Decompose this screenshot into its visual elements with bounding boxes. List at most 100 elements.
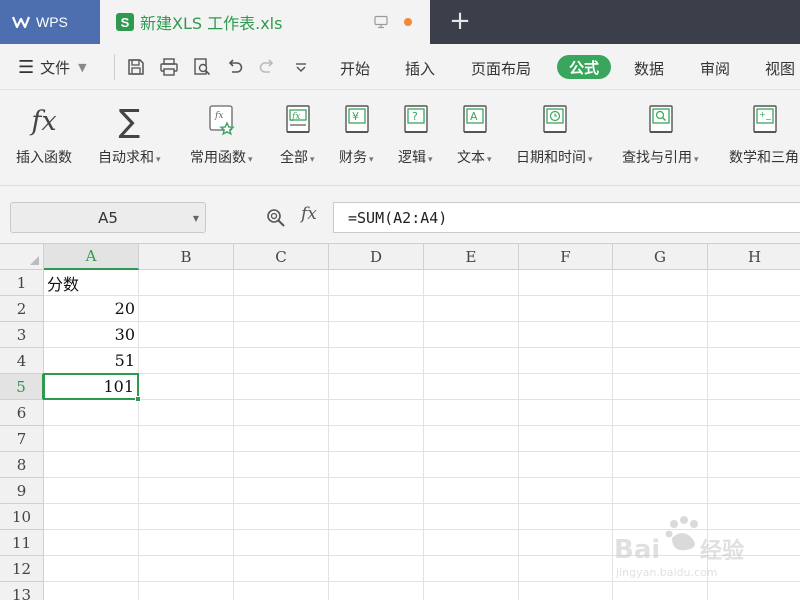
save-icon[interactable]	[126, 57, 146, 77]
cell-d11[interactable]	[329, 530, 424, 556]
row-header-7[interactable]: 7	[0, 426, 44, 452]
cell-h4[interactable]	[708, 348, 800, 374]
file-menu-button[interactable]: ☰ 文件 ▼	[18, 54, 87, 80]
row-header-4[interactable]: 4	[0, 348, 44, 374]
cell-f13[interactable]	[519, 582, 613, 600]
cell-e5[interactable]	[424, 374, 519, 400]
cell-d5[interactable]	[329, 374, 424, 400]
cell-a3[interactable]: 30	[44, 322, 139, 348]
cell-b7[interactable]	[139, 426, 234, 452]
document-tab[interactable]: S 新建XLS 工作表.xls	[100, 0, 430, 44]
cell-g6[interactable]	[613, 400, 708, 426]
cell-e4[interactable]	[424, 348, 519, 374]
cell-g2[interactable]	[613, 296, 708, 322]
column-header-a[interactable]: A	[44, 244, 139, 270]
lookup-reference-button[interactable]: 查找与引用 ▾	[622, 104, 699, 167]
wps-home-tab[interactable]: WPS	[0, 0, 100, 44]
cell-g8[interactable]	[613, 452, 708, 478]
cell-d2[interactable]	[329, 296, 424, 322]
cell-h2[interactable]	[708, 296, 800, 322]
cell-f6[interactable]	[519, 400, 613, 426]
cell-f5[interactable]	[519, 374, 613, 400]
cell-f4[interactable]	[519, 348, 613, 374]
cell-a5[interactable]: 101	[43, 373, 139, 400]
cell-c12[interactable]	[234, 556, 329, 582]
cell-h1[interactable]	[708, 270, 800, 296]
text-functions-button[interactable]: A 文本 ▾	[457, 104, 492, 167]
row-header-12[interactable]: 12	[0, 556, 44, 582]
cell-c8[interactable]	[234, 452, 329, 478]
tab-home[interactable]: 开始	[340, 56, 370, 80]
cell-c4[interactable]	[234, 348, 329, 374]
cell-h13[interactable]	[708, 582, 800, 600]
cell-e7[interactable]	[424, 426, 519, 452]
cell-b2[interactable]	[139, 296, 234, 322]
new-tab-button[interactable]: +	[445, 6, 475, 36]
cell-e8[interactable]	[424, 452, 519, 478]
common-functions-button[interactable]: fx 常用函数 ▾	[190, 104, 253, 167]
cell-d4[interactable]	[329, 348, 424, 374]
name-box[interactable]: A5 ▼	[10, 202, 206, 233]
row-header-2[interactable]: 2	[0, 296, 44, 322]
all-functions-button[interactable]: fx 全部 ▾	[280, 104, 315, 167]
cell-d9[interactable]	[329, 478, 424, 504]
cell-d10[interactable]	[329, 504, 424, 530]
cell-a10[interactable]	[44, 504, 139, 530]
column-header-g[interactable]: G	[613, 244, 708, 270]
cell-b11[interactable]	[139, 530, 234, 556]
column-header-h[interactable]: H	[708, 244, 800, 270]
cell-f8[interactable]	[519, 452, 613, 478]
date-time-functions-button[interactable]: 日期和时间 ▾	[516, 104, 593, 167]
cell-f10[interactable]	[519, 504, 613, 530]
fill-handle[interactable]	[135, 396, 141, 402]
cell-b3[interactable]	[139, 322, 234, 348]
cell-d13[interactable]	[329, 582, 424, 600]
cell-c1[interactable]	[234, 270, 329, 296]
math-trig-button[interactable]: + − 数学和三角	[729, 104, 799, 167]
print-icon[interactable]	[159, 57, 179, 77]
cell-b10[interactable]	[139, 504, 234, 530]
cell-e11[interactable]	[424, 530, 519, 556]
cell-e13[interactable]	[424, 582, 519, 600]
row-header-13[interactable]: 13	[0, 582, 44, 600]
cell-d7[interactable]	[329, 426, 424, 452]
cell-h9[interactable]	[708, 478, 800, 504]
cell-a7[interactable]	[44, 426, 139, 452]
print-preview-icon[interactable]	[192, 57, 212, 77]
cell-a11[interactable]	[44, 530, 139, 556]
cell-c2[interactable]	[234, 296, 329, 322]
logic-functions-button[interactable]: ? 逻辑 ▾	[398, 104, 433, 167]
cell-c10[interactable]	[234, 504, 329, 530]
cell-a6[interactable]	[44, 400, 139, 426]
cell-e2[interactable]	[424, 296, 519, 322]
monitor-icon[interactable]	[374, 15, 388, 29]
cell-e9[interactable]	[424, 478, 519, 504]
cell-d3[interactable]	[329, 322, 424, 348]
cell-a9[interactable]	[44, 478, 139, 504]
cell-b4[interactable]	[139, 348, 234, 374]
cell-e10[interactable]	[424, 504, 519, 530]
row-header-3[interactable]: 3	[0, 322, 44, 348]
cell-c11[interactable]	[234, 530, 329, 556]
cell-d6[interactable]	[329, 400, 424, 426]
column-header-b[interactable]: B	[139, 244, 234, 270]
row-header-9[interactable]: 9	[0, 478, 44, 504]
cell-a4[interactable]: 51	[44, 348, 139, 374]
cell-h6[interactable]	[708, 400, 800, 426]
cell-f12[interactable]	[519, 556, 613, 582]
cell-h3[interactable]	[708, 322, 800, 348]
tab-review[interactable]: 审阅	[700, 56, 730, 80]
cell-a12[interactable]	[44, 556, 139, 582]
cell-f7[interactable]	[519, 426, 613, 452]
cell-b6[interactable]	[139, 400, 234, 426]
cell-h8[interactable]	[708, 452, 800, 478]
tab-page-layout[interactable]: 页面布局	[471, 56, 531, 80]
column-header-c[interactable]: C	[234, 244, 329, 270]
tab-view[interactable]: 视图	[765, 56, 795, 80]
cell-c9[interactable]	[234, 478, 329, 504]
cell-c6[interactable]	[234, 400, 329, 426]
cell-d8[interactable]	[329, 452, 424, 478]
column-header-e[interactable]: E	[424, 244, 519, 270]
cell-g13[interactable]	[613, 582, 708, 600]
cell-e6[interactable]	[424, 400, 519, 426]
